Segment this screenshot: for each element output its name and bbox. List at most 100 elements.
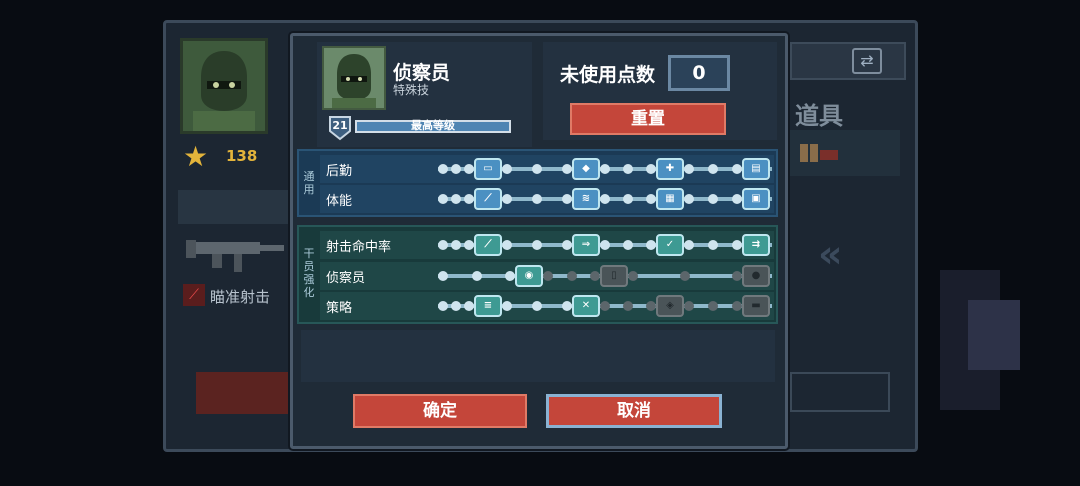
stack-plus-icon[interactable]: ≡ <box>474 295 502 317</box>
skill-path-node <box>562 240 572 250</box>
skill-path-node <box>502 194 512 204</box>
group-tag-general: 通用 <box>300 170 318 196</box>
weapon-swap-icon[interactable]: ✕ <box>572 295 600 317</box>
operator-portrait-background[interactable] <box>180 38 268 134</box>
skill-path-node <box>684 164 694 174</box>
grenade-up-icon[interactable]: ● <box>742 265 770 287</box>
skill-path-node <box>543 271 553 281</box>
sprint-icon[interactable]: ≋ <box>572 188 600 210</box>
skill-row-label: 射击命中率 <box>326 240 392 255</box>
skill-path-node <box>438 271 448 281</box>
skill-path-node <box>708 194 718 204</box>
skill-path-node <box>464 301 474 311</box>
skill-path-node <box>438 240 448 250</box>
skill-path-node <box>464 240 474 250</box>
skill-path-node <box>732 194 742 204</box>
skill-path-node <box>562 194 572 204</box>
skill-path-node <box>532 301 542 311</box>
skill-path-node <box>451 301 461 311</box>
skill-path-node <box>464 164 474 174</box>
gun-spread-icon[interactable]: ⇒ <box>572 234 600 256</box>
items-title: 道具 <box>795 102 843 130</box>
character-subtitle: 特殊技 <box>393 83 430 97</box>
skill-path-node <box>732 301 742 311</box>
skill-path-node <box>505 271 515 281</box>
bandage-icon[interactable]: ◈ <box>656 295 684 317</box>
skill-path-node <box>684 240 694 250</box>
skill-path-node <box>680 271 690 281</box>
medkit-icon[interactable]: ✚ <box>656 158 684 180</box>
chevron-left-icon[interactable]: « <box>818 232 843 276</box>
skill-path-node <box>438 301 448 311</box>
skill-path-node <box>600 194 610 204</box>
ammo-box-icon[interactable]: ▭ <box>474 158 502 180</box>
lock-box-icon[interactable]: ▬ <box>742 295 770 317</box>
skill-path-node <box>646 194 656 204</box>
skill-path-node <box>438 194 448 204</box>
weapon-header-bar <box>178 190 288 224</box>
group-tag-general-text: 通用 <box>303 170 315 196</box>
armor-plus-icon[interactable]: ◆ <box>572 158 600 180</box>
skill-path-node <box>566 271 577 281</box>
group-tag-operator: 干员强化 <box>300 247 318 299</box>
background-right-box <box>790 372 890 412</box>
skill-path-node <box>646 240 656 250</box>
skill-path-node <box>732 164 742 174</box>
supply-crate-icon[interactable]: ▤ <box>742 158 770 180</box>
skill-row-label: 策略 <box>326 301 353 316</box>
skill-row-label: 体能 <box>326 194 353 209</box>
skill-path-node <box>732 271 742 281</box>
rifle-up-icon[interactable]: ⟋ <box>474 234 502 256</box>
skill-path-node <box>708 164 718 174</box>
skill-path-node <box>600 240 610 250</box>
character-portrait <box>322 46 386 110</box>
skill-path-node <box>562 301 572 311</box>
skill-path-node <box>684 301 694 311</box>
background-top-bar <box>790 42 906 80</box>
skill-path-node <box>623 164 633 174</box>
rifle-burst-icon[interactable]: ⇉ <box>742 234 770 256</box>
aim-skill-icon: ⟋ <box>183 284 205 306</box>
skill-path-node <box>732 240 742 250</box>
skill-path-node <box>502 240 512 250</box>
refresh-icon[interactable]: ⇄ <box>852 48 882 74</box>
skill-path-node <box>684 194 694 204</box>
cancel-button[interactable]: 取消 <box>546 394 722 428</box>
skill-path-node <box>623 240 633 250</box>
skill-path-node <box>451 164 461 174</box>
grid-pack-icon[interactable]: ▦ <box>656 188 684 210</box>
star-count: 138 <box>226 147 258 165</box>
skill-path-node <box>451 194 461 204</box>
skill-path-node <box>532 240 542 250</box>
group-tag-operator-text: 干员强化 <box>303 247 315 299</box>
skill-path-node <box>708 240 718 250</box>
backpack-icon[interactable]: ▣ <box>742 188 770 210</box>
skill-path-node <box>708 301 718 311</box>
skill-description-box <box>301 330 775 382</box>
scope-icon[interactable]: ◉ <box>515 265 543 287</box>
gun-check-icon[interactable]: ✓ <box>656 234 684 256</box>
skill-path-node <box>532 164 542 174</box>
skill-path-node <box>600 164 610 174</box>
bullets-icon <box>800 144 838 162</box>
background-red-button[interactable] <box>196 372 292 414</box>
skill-path-node <box>600 301 610 311</box>
confirm-button[interactable]: 确定 <box>353 394 527 428</box>
skill-path-node <box>438 164 448 174</box>
level-progress-text: 最高等级 <box>411 119 455 132</box>
skill-path-node <box>502 164 512 174</box>
skill-path-node <box>471 271 482 281</box>
reset-button[interactable]: 重置 <box>570 103 726 135</box>
skill-path-node <box>464 194 474 204</box>
skill-path-node <box>628 271 638 281</box>
skill-path-node <box>623 301 633 311</box>
star-icon: ★ <box>183 140 209 173</box>
background-structure-detail <box>968 300 1020 370</box>
skill-path-node <box>590 271 600 281</box>
magazine-icon[interactable]: ▯ <box>600 265 628 287</box>
skill-row-label: 后勤 <box>326 164 353 179</box>
skill-path-node <box>532 194 542 204</box>
skill-path-node <box>502 301 512 311</box>
skill-path-node <box>562 164 572 174</box>
knife-icon[interactable]: ⟋ <box>474 188 502 210</box>
